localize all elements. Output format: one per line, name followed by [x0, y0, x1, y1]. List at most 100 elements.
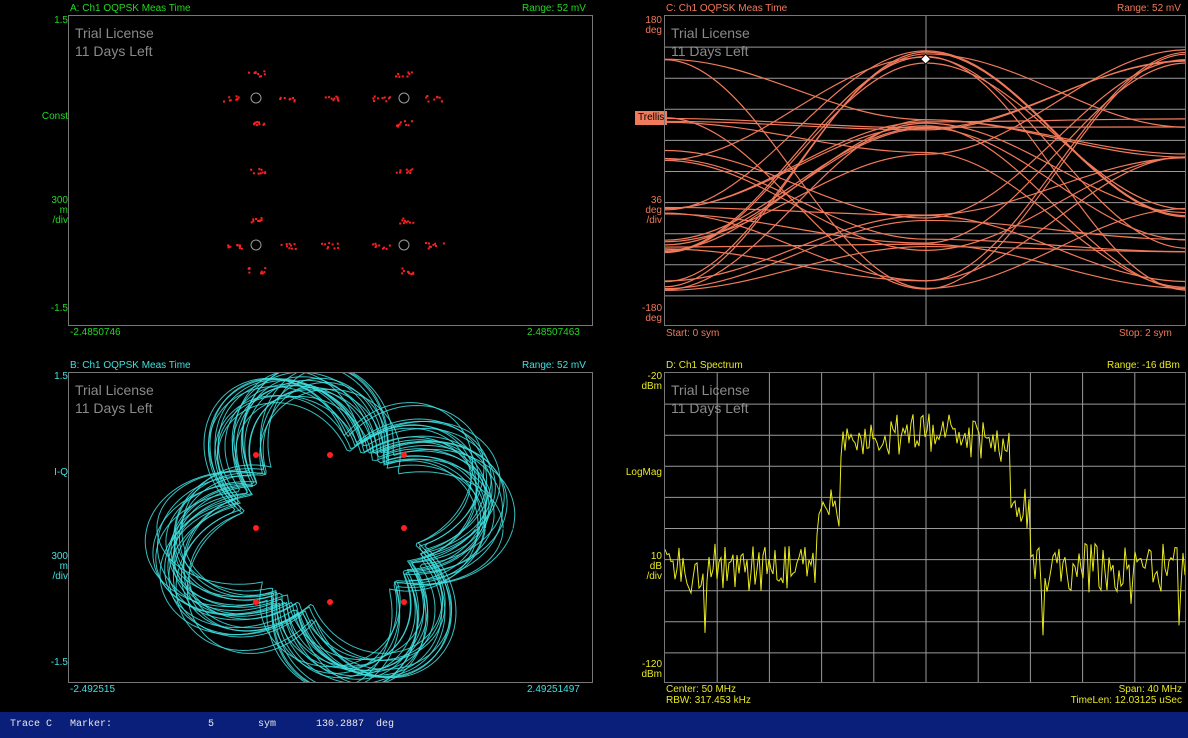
symbol-point: [406, 75, 409, 78]
symbol-point: [407, 170, 410, 173]
symbol-point: [434, 242, 437, 245]
symbol-point: [227, 246, 230, 249]
reference-point: [398, 92, 410, 104]
symbol-point: [252, 172, 255, 175]
iq-symbol-point: [401, 525, 407, 531]
symbol-point: [258, 219, 261, 222]
symbol-point: [248, 271, 251, 274]
symbol-point: [405, 124, 408, 127]
symbol-point: [324, 243, 327, 246]
symbol-point: [235, 95, 238, 98]
symbol-point: [290, 247, 293, 250]
symbol-point: [432, 243, 435, 246]
symbol-point: [252, 218, 255, 221]
status-trace: Trace C: [10, 719, 53, 730]
symbol-point: [260, 217, 263, 220]
symbol-point: [401, 219, 404, 222]
pane-a-x-right: 2.48507463: [527, 327, 580, 338]
symbol-point: [372, 97, 375, 100]
symbol-point: [260, 219, 263, 222]
symbol-point: [321, 242, 324, 245]
symbol-point: [290, 244, 293, 247]
symbol-point: [427, 247, 430, 250]
symbol-point: [395, 171, 398, 174]
symbol-point: [412, 221, 415, 224]
symbol-point: [293, 100, 296, 103]
pane-d-y-scale: 10 dB /div: [606, 552, 662, 582]
pane-a-y-mode[interactable]: Const: [12, 112, 68, 122]
pane-c-y-top: 180 deg: [606, 16, 662, 36]
symbol-point: [257, 73, 260, 76]
pane-d-center: Center: 50 MHz: [666, 684, 737, 695]
pane-b-y-mode[interactable]: I-Q: [12, 468, 68, 478]
pane-a-x-left: -2.4850746: [70, 327, 121, 338]
symbol-point: [372, 243, 375, 246]
symbol-point: [331, 243, 334, 246]
symbol-point: [336, 98, 339, 101]
symbol-point: [260, 168, 263, 171]
pane-d-plot[interactable]: Trial License 11 Days Left: [664, 372, 1186, 683]
symbol-point: [258, 123, 261, 126]
pane-c-y-bottom-unit: deg: [645, 313, 662, 324]
symbol-point: [427, 100, 430, 103]
symbol-point: [385, 100, 388, 103]
iq-svg: [144, 373, 516, 682]
iq-symbol-point: [327, 599, 333, 605]
pane-b-x-right: 2.49251497: [527, 684, 580, 695]
iq-symbol-point: [253, 525, 259, 531]
pane-c-plot[interactable]: Trial License 11 Days Left: [664, 15, 1186, 326]
symbol-point: [410, 272, 413, 275]
iq-trajectory: [183, 373, 477, 682]
symbol-point: [405, 168, 408, 171]
symbol-point: [385, 247, 388, 250]
pane-a-plot[interactable]: Trial License 11 Days Left: [68, 15, 593, 326]
iq-symbol-point: [253, 599, 259, 605]
symbol-point: [328, 96, 331, 99]
iq-trajectory: [181, 373, 479, 682]
pane-d-rbw: RBW: 317.453 kHz: [666, 695, 751, 706]
symbol-point: [438, 96, 441, 99]
pane-b-y-scale: 300 m /div: [12, 552, 68, 582]
pane-d-y-bottom: -120 dBm: [606, 660, 662, 680]
reference-point: [398, 239, 410, 251]
symbol-point: [388, 244, 391, 247]
pane-b-y-bottom: -1.5: [50, 657, 68, 668]
symbol-point: [258, 75, 261, 78]
symbol-point: [333, 97, 336, 100]
symbol-point: [258, 168, 261, 171]
symbol-point: [399, 171, 402, 174]
symbol-point: [383, 246, 386, 249]
symbol-point: [326, 247, 329, 250]
iq-trajectory: [178, 377, 482, 679]
pane-c-title: C: Ch1 OQPSK Meas Time: [666, 3, 788, 14]
symbol-point: [324, 96, 327, 99]
symbol-point: [223, 100, 226, 103]
pane-c-x-left: Start: 0 sym: [666, 328, 720, 339]
pane-a-y-top: 1.5: [54, 15, 68, 26]
iq-trajectory: [170, 379, 490, 677]
symbol-point: [407, 71, 410, 74]
trellis-svg: [665, 16, 1185, 325]
symbol-point: [257, 220, 260, 223]
symbol-point: [333, 247, 336, 250]
symbol-point: [399, 222, 402, 225]
pane-c-y-scale-div: /div: [646, 215, 662, 226]
status-bar: Trace C Marker: 5 sym 130.2887 deg: [0, 712, 1188, 738]
pane-b-plot[interactable]: Trial License 11 Days Left: [68, 372, 593, 683]
pane-c-y-top-unit: deg: [645, 25, 662, 36]
symbol-point: [248, 267, 251, 270]
symbol-point: [412, 271, 415, 274]
pane-c-y-mode[interactable]: Trellis: [635, 111, 668, 125]
symbol-point: [252, 123, 255, 126]
pane-d-x-left: Center: 50 MHz RBW: 317.453 kHz: [666, 684, 751, 706]
pane-c-range: Range: 52 mV: [1117, 3, 1181, 14]
symbol-point: [256, 124, 259, 127]
spectrum-svg: [665, 373, 1185, 682]
symbol-point: [294, 247, 297, 250]
symbol-point: [260, 270, 263, 273]
symbol-point: [374, 242, 377, 245]
pane-b-range: Range: 52 mV: [522, 360, 586, 371]
constellation-svg: [223, 70, 445, 275]
symbol-point: [250, 168, 253, 171]
pane-d-y-mode[interactable]: LogMag: [606, 468, 662, 478]
